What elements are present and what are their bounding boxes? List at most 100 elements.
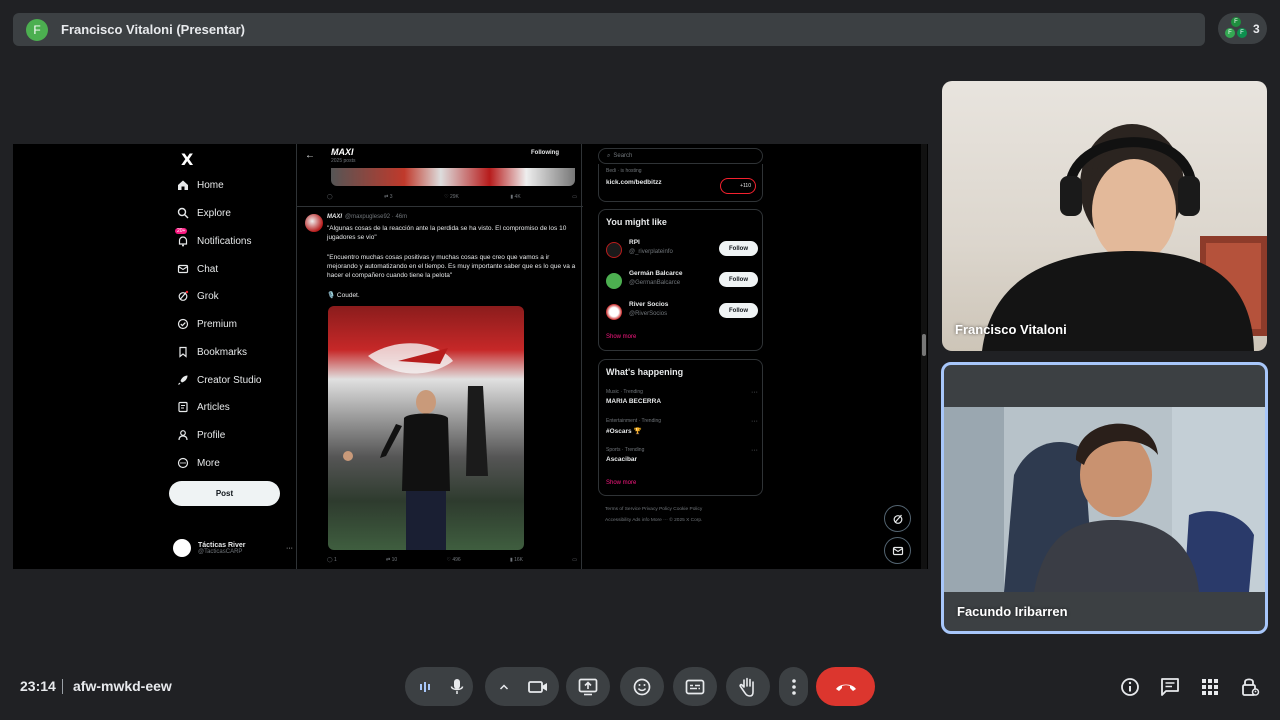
nav-articles[interactable]: Articles xyxy=(175,397,230,417)
raise-hand-button[interactable] xyxy=(726,667,770,706)
suggestion-item[interactable]: River Socios @RiverSocios Follow xyxy=(606,300,758,324)
chevron-up-icon xyxy=(499,683,509,690)
more-icon[interactable]: ··· xyxy=(751,389,758,396)
scroll-thumb[interactable] xyxy=(922,334,926,356)
captions-button[interactable] xyxy=(673,667,717,706)
tweet-paragraph-2: "Encuentro muchas cosas positivas y much… xyxy=(327,254,576,279)
nav-label: More xyxy=(197,457,220,469)
emoji-icon xyxy=(633,678,651,695)
present-screen-icon xyxy=(578,678,598,695)
follow-button[interactable]: Follow xyxy=(719,272,758,287)
messages-float-button[interactable] xyxy=(884,537,911,564)
follow-button[interactable]: Follow xyxy=(719,303,758,318)
shared-screen: X Home Explore 20+ Notifications Chat Gr… xyxy=(13,144,928,569)
suggestion-handle: @_riverplateinfo xyxy=(629,249,673,255)
tweet-attribution: 🎙️ Coudet. xyxy=(327,292,360,299)
nav-profile[interactable]: Profile xyxy=(175,425,225,445)
host-controls-button[interactable] xyxy=(1238,675,1262,699)
mail-icon xyxy=(892,546,903,555)
suggestion-item[interactable]: Germán Balcarce @GermanBalcarce Follow xyxy=(606,269,758,293)
divider xyxy=(62,679,63,694)
nav-label: Creator Studio xyxy=(197,374,262,386)
reactions-button[interactable] xyxy=(620,667,664,706)
footer-line[interactable]: Terms of Service Privacy Policy Cookie P… xyxy=(605,504,755,515)
hand-icon xyxy=(739,677,754,697)
tweet-paragraph-1: "Algunas cosas de la reacción ante la pe… xyxy=(327,225,567,241)
nav-more[interactable]: More xyxy=(175,453,220,473)
tweet-author-name[interactable]: MAXI xyxy=(327,214,342,220)
camera-control[interactable] xyxy=(485,667,559,706)
nav-creator-studio[interactable]: Creator Studio xyxy=(175,370,261,390)
listener-badge[interactable]: +110 xyxy=(720,178,756,194)
trend-item[interactable]: Music · Trending MARIA BECERRA ··· xyxy=(606,389,758,411)
nav-bookmarks[interactable]: Bookmarks xyxy=(175,342,247,362)
more-icon[interactable]: ··· xyxy=(751,418,758,425)
trend-item[interactable]: Sports · Trending Ascacibar ··· xyxy=(606,447,758,469)
present-screen-button[interactable] xyxy=(566,667,610,706)
nav-label: Grok xyxy=(197,290,219,302)
host-link[interactable]: kick.com/bedbitzz xyxy=(606,179,662,186)
trend-item[interactable]: Entertainment · Trending #Oscars 🏆 ··· xyxy=(606,418,758,440)
suggestion-name: River Socios xyxy=(629,301,669,308)
more-icon[interactable]: ··· xyxy=(751,447,758,454)
hang-up-icon xyxy=(835,684,856,691)
tweet-author-line: MAXI @maxpuglese92 · 46m xyxy=(327,214,407,220)
video-tile-francisco[interactable]: Francisco Vitaloni xyxy=(942,81,1267,351)
like-count[interactable]: ♡ 29K xyxy=(444,194,459,200)
footer-line[interactable]: Accessibility Ads info More ··· © 2025 X… xyxy=(605,515,755,526)
more-options-button[interactable] xyxy=(779,667,808,706)
home-icon xyxy=(175,177,191,193)
like-count[interactable]: ♡ 496 xyxy=(446,557,460,563)
mail-icon xyxy=(175,261,191,277)
repost-count[interactable]: ⇄ 10 xyxy=(386,557,397,563)
nav-home[interactable]: Home xyxy=(175,175,224,195)
account-switcher[interactable]: Tácticas River @TacticasCARP ··· xyxy=(173,536,293,560)
live-host-card[interactable]: Bedi · is hosting kick.com/bedbitzz +110 xyxy=(598,164,763,202)
trend-category: Sports · Trending xyxy=(606,447,645,453)
tweet-author-avatar[interactable] xyxy=(305,214,323,232)
divider xyxy=(297,206,583,207)
nav-grok[interactable]: Grok xyxy=(175,286,219,306)
chat-button[interactable] xyxy=(1158,675,1182,699)
chat-icon xyxy=(1161,678,1179,696)
participant-avatars: F F F xyxy=(1224,16,1248,41)
suggestion-name: RPI xyxy=(629,239,640,246)
more-vert-icon xyxy=(791,678,796,695)
post-button[interactable]: Post xyxy=(169,481,280,506)
grok-float-button[interactable] xyxy=(884,505,911,532)
microphone-icon xyxy=(450,678,464,694)
nav-chat[interactable]: Chat xyxy=(175,259,218,279)
x-logo[interactable]: X xyxy=(181,150,193,169)
avatar xyxy=(606,304,622,320)
bookmark-icon[interactable]: ▭ xyxy=(572,194,577,200)
reply-count[interactable]: ◯ 1 xyxy=(327,557,337,563)
activities-button[interactable] xyxy=(1198,675,1222,699)
participants-button[interactable]: F F F 3 xyxy=(1218,13,1267,44)
repost-count[interactable]: ⇄ 3 xyxy=(384,194,392,200)
microphone-control[interactable] xyxy=(405,667,473,706)
following-button[interactable]: Following xyxy=(531,150,559,156)
tweet-photo[interactable] xyxy=(328,306,524,550)
nav-notifications[interactable]: 20+ Notifications xyxy=(175,228,251,251)
rocket-icon xyxy=(175,372,191,388)
leave-call-button[interactable] xyxy=(816,667,875,706)
follow-button[interactable]: Follow xyxy=(719,241,758,256)
participant-name: Francisco Vitaloni xyxy=(955,322,1067,337)
show-more-link[interactable]: Show more xyxy=(606,334,636,340)
back-arrow-icon[interactable]: ← xyxy=(305,150,315,161)
view-count[interactable]: ▮ 16K xyxy=(510,557,523,563)
nav-premium[interactable]: Premium xyxy=(175,314,237,334)
meeting-details-button[interactable] xyxy=(1118,675,1142,699)
show-more-link[interactable]: Show more xyxy=(606,480,636,486)
reply-icon[interactable]: ◯ xyxy=(327,194,333,200)
feed-header: ← MAXI 2025 posts Following xyxy=(297,144,583,168)
shared-screen-scrollbar[interactable] xyxy=(921,144,927,569)
presenter-name: Francisco Vitaloni (Presentar) xyxy=(61,22,245,37)
view-count[interactable]: ▮ 4K xyxy=(510,194,520,200)
search-input[interactable]: ⌕ Search xyxy=(598,148,763,164)
suggestion-item[interactable]: RPI @_riverplateinfo Follow xyxy=(606,238,758,262)
video-tile-facundo[interactable]: Facundo Iribarren xyxy=(941,362,1268,634)
nav-explore[interactable]: Explore xyxy=(175,203,231,223)
lock-person-icon xyxy=(1242,678,1260,696)
bookmark-icon[interactable]: ▭ xyxy=(572,557,577,563)
